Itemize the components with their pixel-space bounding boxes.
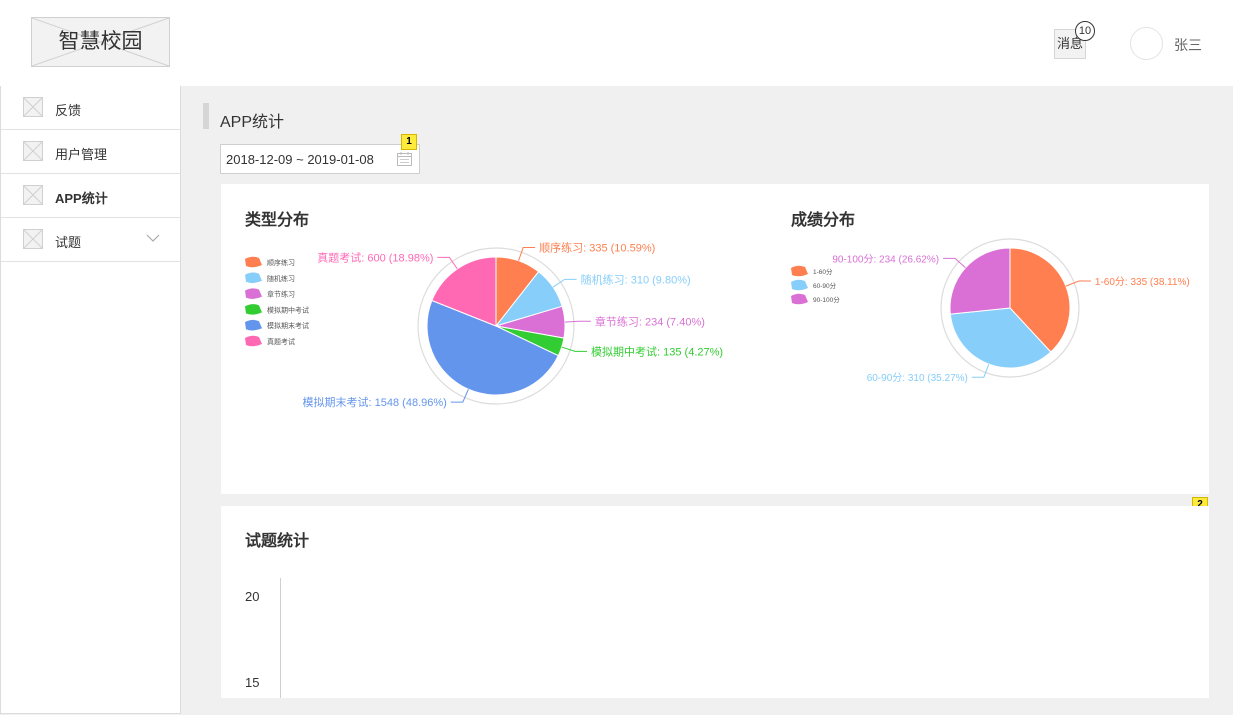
sidebar-item-user-management[interactable]: 用户管理: [1, 130, 180, 174]
title-accent-bar: [203, 103, 209, 129]
pie-slice-label: 模拟期末考试: 1548 (48.96%): [303, 395, 447, 409]
pie-label-leader: [1065, 280, 1091, 287]
pie-slice-label: 1-60分: 335 (38.11%): [1095, 276, 1190, 288]
chevron-down-icon[interactable]: [146, 234, 160, 243]
pie-label-leader: [564, 320, 591, 323]
page-title: APP统计: [220, 114, 285, 131]
sidebar: 反馈 用户管理 APP统计 试题: [0, 86, 181, 714]
legend-label: 模拟期末考试: [267, 321, 309, 330]
stats-icon: [23, 185, 43, 205]
sidebar-item-label: APP统计: [55, 191, 108, 206]
avatar[interactable]: [1130, 27, 1163, 60]
pie-slice-label: 真题考试: 600 (18.98%): [317, 250, 433, 264]
pie-charts-svg: 顺序练习: 335 (10.59%) 随机练习: 310 (9.80%) 章节练习:…: [245, 238, 1190, 409]
pie-slice-label: 60-90分: 310 (35.27%): [867, 372, 968, 384]
sidebar-item-label: 反馈: [55, 103, 82, 118]
pie-slice-label: 章节练习: 234 (7.40%): [595, 314, 705, 328]
calendar-icon[interactable]: [397, 152, 412, 166]
pie-slice-label: 模拟期中考试: 135 (4.27%): [591, 344, 723, 358]
legend-label: 90-100分: [813, 295, 840, 304]
y-axis-line: [280, 578, 281, 698]
legend-swatch: [245, 319, 262, 331]
legend-label: 1-60分: [813, 267, 833, 276]
question-stats-card: 试题统计 20 15: [221, 506, 1209, 698]
sidebar-item-feedback[interactable]: 反馈: [1, 86, 180, 130]
feedback-icon: [23, 97, 43, 117]
pie-label-leader: [552, 278, 577, 288]
sidebar-item-app-stats[interactable]: APP统计: [1, 174, 180, 218]
pie-label-leader: [561, 346, 588, 352]
y-tick-label: 20: [245, 589, 260, 604]
sidebar-item-label: 试题: [55, 235, 82, 250]
logo-text: 智慧校园: [58, 30, 143, 53]
pie-slice-label: 顺序练习: 335 (10.59%): [539, 241, 655, 255]
question-stats-title: 试题统计: [245, 533, 310, 550]
app-logo[interactable]: 智慧校园: [31, 17, 170, 67]
date-range-value: 2018-12-09 ~ 2019-01-08: [226, 152, 374, 167]
questions-icon: [23, 229, 43, 249]
message-count-badge: 10: [1075, 21, 1095, 41]
legend-label: 模拟期中考试: [267, 305, 309, 314]
y-tick-label: 15: [245, 675, 260, 690]
sidebar-item-label: 用户管理: [55, 147, 108, 162]
legend-swatch: [245, 272, 262, 284]
legend-swatch: [791, 265, 808, 277]
pie-label-leader: [437, 256, 458, 270]
top-header: 智慧校园 消息 10 张三: [0, 0, 1233, 86]
legend-swatch: [245, 256, 262, 268]
legend-label: 章节练习: [267, 290, 295, 299]
legend-swatch: [245, 288, 262, 299]
pie-slice: [949, 247, 1011, 315]
date-range-picker[interactable]: 2018-12-09 ~ 2019-01-08: [220, 144, 420, 174]
user-name[interactable]: 张三: [1174, 35, 1202, 55]
pie-slice-label: 90-100分: 234 (26.62%): [832, 253, 939, 265]
legend-swatch: [791, 293, 808, 305]
users-icon: [23, 141, 43, 161]
legend-label: 顺序练习: [267, 258, 295, 267]
pie-slice-label: 随机练习: 310 (9.80%): [581, 272, 691, 286]
legend-label: 60-90分: [813, 281, 837, 290]
legend-label: 随机练习: [267, 274, 295, 283]
legend-swatch: [245, 304, 262, 315]
pie-charts-card: 类型分布 成绩分布 顺序练习: 335 (10.59%) 随机练习: 310 (9…: [221, 184, 1209, 494]
legend-swatch: [791, 279, 808, 291]
sidebar-item-questions[interactable]: 试题: [1, 218, 180, 262]
annotation-marker: 1: [401, 134, 417, 150]
legend-swatch: [245, 335, 262, 347]
legend-label: 真题考试: [267, 337, 295, 346]
